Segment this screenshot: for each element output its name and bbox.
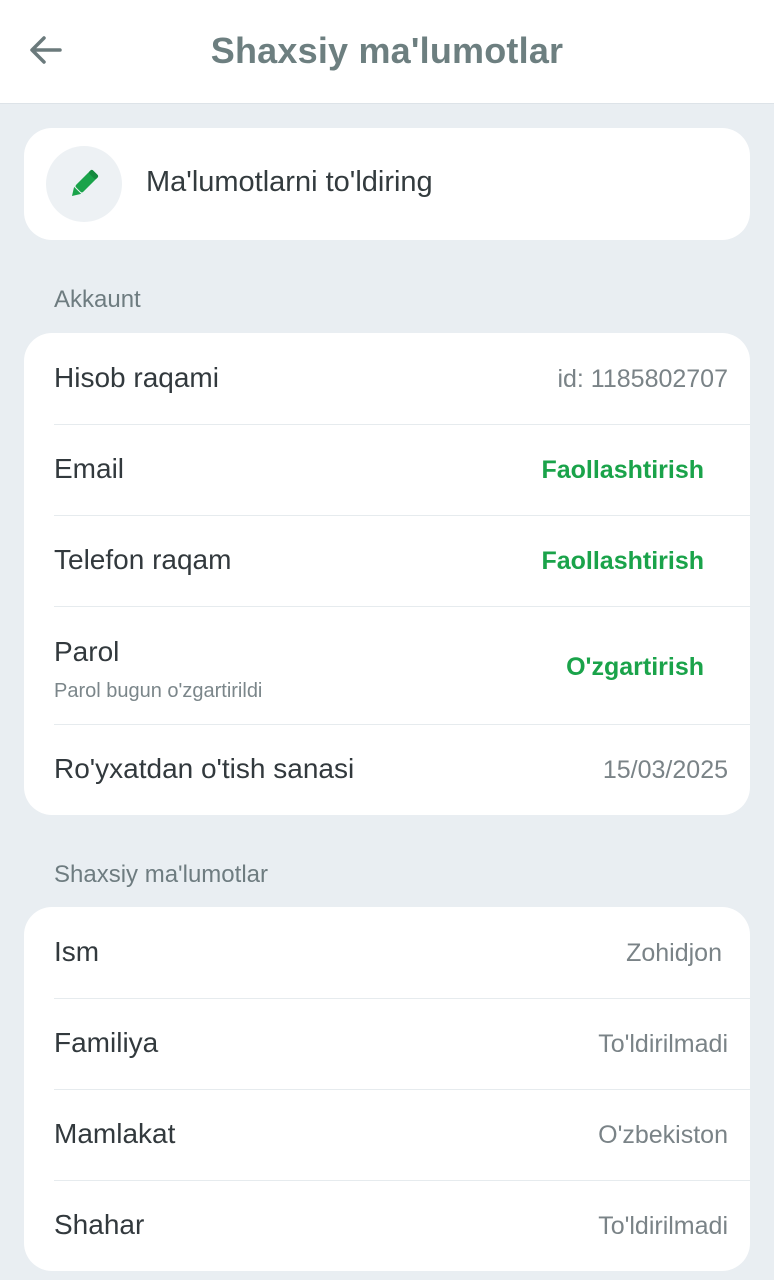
city-value: To'ldirilmadi [598,1212,728,1240]
city-label: Shahar [54,1209,145,1240]
registration-date-value: 15/03/2025 [602,756,728,784]
city-row[interactable]: Shahar To'ldirilmadi [24,1180,750,1271]
email-row[interactable]: Email Faollashtirish [24,424,750,515]
section-label-personal: Shaxsiy ma'lumotlar [54,861,268,888]
last-name-row[interactable]: Familiya To'ldirilmadi [24,998,750,1089]
password-label: Parol [54,636,120,667]
account-number-row[interactable]: Hisob raqami id: 1185802707 [24,333,750,424]
app-root: Shaxsiy ma'lumotlar Ma'lumotlarni to'ldi… [0,0,774,1280]
email-activate-link[interactable]: Faollashtirish [541,456,704,485]
last-name-value: To'ldirilmadi [598,1030,728,1058]
password-change-link[interactable]: O'zgartirish [566,653,704,682]
fill-details-label: Ma'lumotlarni to'ldiring [146,166,433,198]
registration-date-label: Ro'yxatdan o'tish sanasi [54,753,355,784]
first-name-label: Ism [54,936,100,967]
phone-row[interactable]: Telefon raqam Faollashtirish [24,515,750,606]
page-title: Shaxsiy ma'lumotlar [210,30,564,71]
personal-card: Ism Zohidjon Familiya To'ldirilmadi Maml… [24,907,750,1271]
pencil-icon [46,146,122,222]
registration-date-row[interactable]: Ro'yxatdan o'tish sanasi 15/03/2025 [24,724,750,815]
account-number-value: id: 1185802707 [557,365,728,393]
first-name-value: Zohidjon [626,939,722,967]
fill-details-button[interactable]: Ma'lumotlarni to'ldiring [24,128,750,240]
password-status-text: Parol bugun o'zgartirildi [54,680,263,702]
top-bar: Shaxsiy ma'lumotlar [0,0,774,104]
first-name-row[interactable]: Ism Zohidjon [24,907,750,998]
password-row[interactable]: Parol Parol bugun o'zgartirildi O'zgarti… [24,606,750,724]
phone-activate-link[interactable]: Faollashtirish [541,547,704,576]
phone-label: Telefon raqam [54,544,232,575]
section-label-account: Akkaunt [54,286,141,313]
country-row[interactable]: Mamlakat O'zbekiston [24,1089,750,1180]
country-label: Mamlakat [54,1118,176,1149]
account-card: Hisob raqami id: 1185802707 Email Faolla… [24,333,750,815]
last-name-label: Familiya [54,1027,159,1058]
account-number-label: Hisob raqami [54,362,219,393]
country-value: O'zbekiston [598,1121,728,1149]
email-label: Email [54,453,125,484]
